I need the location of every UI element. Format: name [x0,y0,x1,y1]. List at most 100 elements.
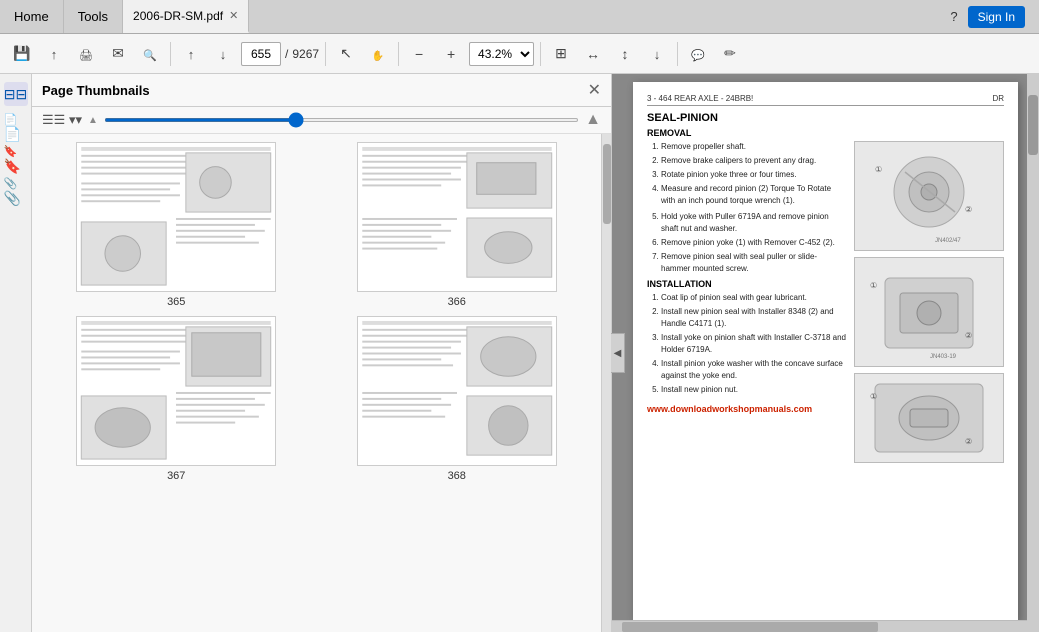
fit-height-icon [622,46,629,62]
thumbnail-icon: ⊟ [4,86,27,103]
document-image-3: ① ② [854,373,1004,463]
mail-button[interactable] [104,40,132,68]
print-button[interactable] [72,40,100,68]
attachment-sidebar-button[interactable]: 📎 [4,178,28,202]
document-right-scrollbar-thumb [1028,95,1038,155]
sep-4 [540,42,541,66]
home-tab[interactable]: Home [0,0,64,33]
thumbnail-label-365: 365 [167,296,185,308]
sign-in-button[interactable]: Sign In [968,6,1025,28]
tools-tab[interactable]: Tools [64,0,123,33]
scroll-down-icon [220,46,227,62]
comment-button[interactable] [684,40,712,68]
thumbnails-close-button[interactable]: ✕ [588,80,601,100]
attachment-icon: 📎 [4,174,28,207]
thumbnails-header: Page Thumbnails ✕ [32,74,611,107]
file-tab[interactable]: 2006-DR-SM.pdf ✕ [123,0,249,33]
thumbnail-image-365 [76,142,276,292]
sep-2 [325,42,326,66]
file-tab-label: 2006-DR-SM.pdf [133,9,223,23]
thumbnails-scroll[interactable]: 365 [32,134,601,632]
zoom-in-icon [447,46,455,62]
zoom-out-icon [415,46,423,62]
sep-5 [677,42,678,66]
svg-text:JN402/47: JN402/47 [935,238,961,244]
page-sidebar-button[interactable]: 📄 [4,114,28,138]
thumbnails-scrollbar-thumb [603,144,611,224]
document-bottom-scrollbar-thumb [622,622,878,632]
document-header-right: DR [992,94,1004,103]
view-options-button[interactable]: ☰ ▾ [42,112,82,128]
document-bottom-scrollbar[interactable] [612,620,1039,632]
upload-button[interactable] [40,40,68,68]
scroll-up-button[interactable] [177,40,205,68]
fit-page-icon [555,45,567,62]
thumbnail-label-368: 368 [448,470,466,482]
scroll-up-icon [188,46,195,62]
scroll-down-button[interactable] [209,40,237,68]
home-tab-label: Home [14,9,49,24]
document-header: 3 - 464 REAR AXLE - 24BRB! DR [647,94,1004,106]
save-button[interactable] [8,40,36,68]
pen-button[interactable] [716,40,744,68]
pen-icon [724,45,736,62]
nav-bar: Home Tools 2006-DR-SM.pdf ✕ Sign In [0,0,1039,34]
thumbnails-grid: 365 [40,142,593,482]
cursor-tool-button[interactable] [332,40,360,68]
cursor-icon [340,45,352,62]
removal-heading: REMOVAL [647,128,1004,138]
page-separator: / [285,47,288,61]
fit-page-button[interactable] [547,40,575,68]
thumbnail-367[interactable]: 367 [40,316,313,482]
section-title: SEAL-PINION [647,112,1004,124]
svg-text:①: ① [875,165,882,174]
document-scroll-area[interactable]: 3 - 464 REAR AXLE - 24BRB! DR SEAL-PINIO… [612,74,1039,620]
thumbnail-sidebar-button[interactable]: ⊟ [4,82,28,106]
panel-collapse-button[interactable]: ◀ [611,333,625,373]
hand-icon [372,46,384,62]
page-input-group: / 9267 [241,42,319,66]
document-image-1: ① ② JN402/47 [854,141,1004,251]
help-button[interactable] [950,9,957,24]
search-button[interactable] [136,40,164,68]
list-icon: ☰ [42,112,65,127]
download-button[interactable] [643,40,671,68]
fit-height-button[interactable] [611,40,639,68]
svg-text:①: ① [870,392,877,401]
thumbnail-size-slider[interactable] [104,118,579,122]
document-right-scrollbar[interactable] [1027,74,1039,632]
bookmark-sidebar-button[interactable]: 🔖 [4,146,28,170]
slider-row: ☰ ▾ ▲ ▲ [32,107,611,134]
bookmark-icon: 🔖 [4,142,28,175]
nav-right: Sign In [950,0,1039,33]
mail-icon [112,45,124,62]
document-page: 3 - 464 REAR AXLE - 24BRB! DR SEAL-PINIO… [633,82,1018,620]
zoom-out-button[interactable] [405,40,433,68]
thumbnails-scrollbar[interactable] [601,134,611,632]
thumbnail-image-366 [357,142,557,292]
thumbnail-366[interactable]: 366 [321,142,594,308]
download-icon [654,46,661,62]
fit-width-button[interactable] [579,40,607,68]
sep-1 [170,42,171,66]
comment-icon [691,46,705,62]
thumbnail-365[interactable]: 365 [40,142,313,308]
zoom-select[interactable]: 43.2% 50% 75% 100% [469,42,534,66]
thumbnails-panel: Page Thumbnails ✕ ☰ ▾ ▲ ▲ [32,74,612,632]
help-icon [950,10,957,24]
sidebar-icons: ⊟ 📄 🔖 📎 [0,74,32,632]
thumbnail-label-367: 367 [167,470,185,482]
main-area: ⊟ 📄 🔖 📎 Page Thumbnails ✕ ☰ ▾ ▲ ▲ [0,74,1039,632]
search-icon [143,46,157,62]
thumbnail-368[interactable]: 368 [321,316,594,482]
svg-text:①: ① [870,281,877,290]
zoom-in-button[interactable] [437,40,465,68]
page-number-input[interactable] [241,42,281,66]
close-tab-button[interactable]: ✕ [229,9,238,22]
thumbnail-label-366: 366 [448,296,466,308]
document-panel: 3 - 464 REAR AXLE - 24BRB! DR SEAL-PINIO… [612,74,1039,632]
chevron-down-icon: ▾ [69,112,82,127]
hand-tool-button[interactable] [364,40,392,68]
save-icon [13,45,30,62]
toolbar: / 9267 43.2% 50% 75% 100% [0,34,1039,74]
